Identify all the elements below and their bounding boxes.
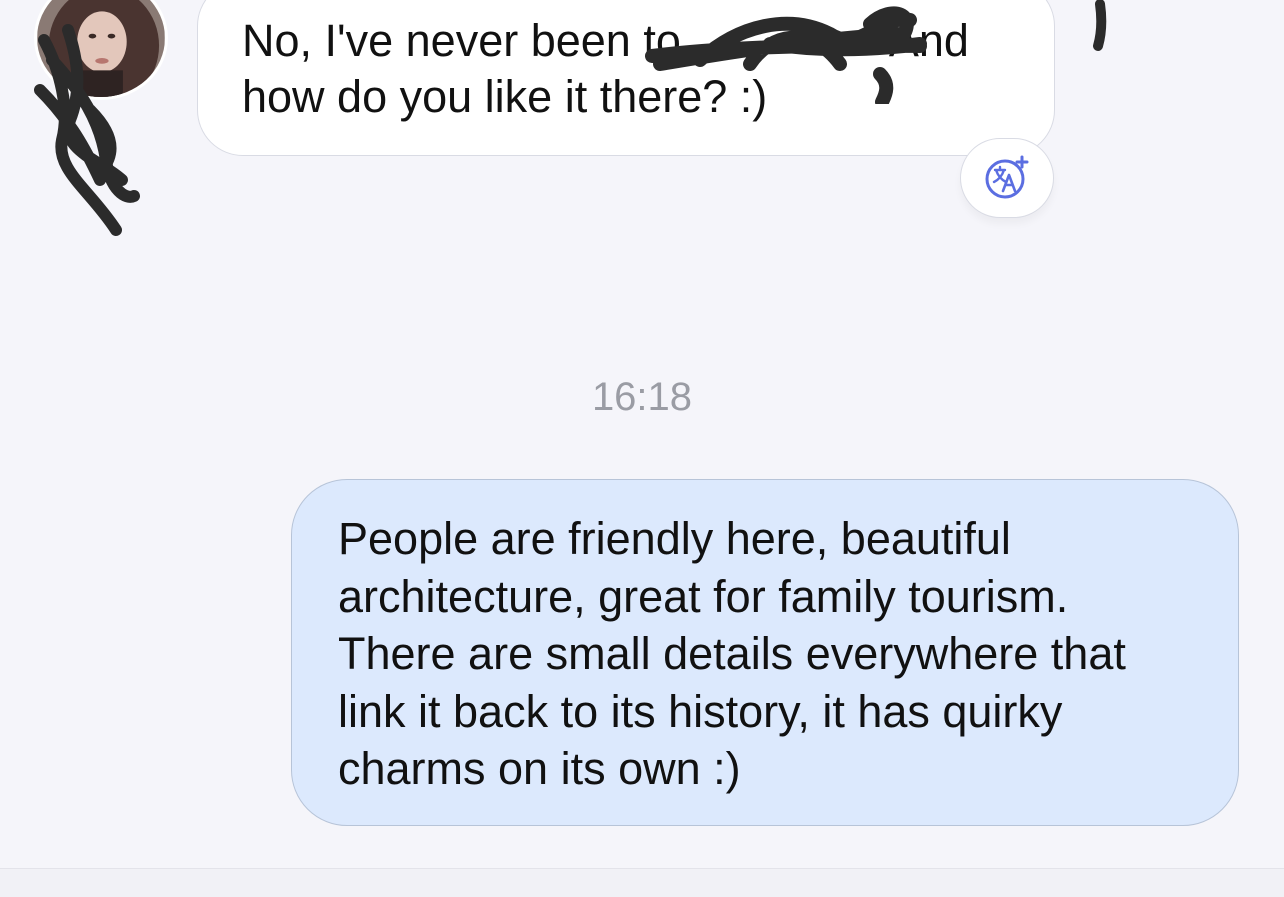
avatar-photo — [37, 0, 165, 97]
outgoing-line: architecture, great for family tourism. — [338, 570, 1069, 622]
contact-avatar[interactable] — [34, 0, 168, 100]
composer-bar-edge — [0, 868, 1284, 897]
stray-mark — [1093, 0, 1107, 51]
incoming-line1-end: And — [888, 15, 969, 66]
incoming-line1-start: No, I've never been to — [242, 15, 681, 66]
incoming-message-text: No, I've never been to And how do you lik… — [242, 13, 1014, 125]
outgoing-line: People are friendly here, beautiful — [338, 513, 1011, 564]
translate-button[interactable] — [960, 138, 1054, 218]
outgoing-line: charms on its own :) — [338, 743, 741, 794]
outgoing-message-text: People are friendly here, beautiful arch… — [338, 510, 1208, 798]
outgoing-line: There are small details everywhere that — [338, 628, 1126, 679]
translate-icon — [985, 155, 1029, 199]
outgoing-line: link it back to its history, it has quir… — [338, 685, 1063, 737]
message-timestamp: 16:18 — [591, 375, 693, 419]
incoming-line2: how do you like it there? :) — [242, 71, 768, 122]
outgoing-message-bubble[interactable]: People are friendly here, beautiful arch… — [291, 479, 1239, 826]
incoming-message-bubble[interactable]: No, I've never been to And how do you lik… — [197, 0, 1055, 156]
